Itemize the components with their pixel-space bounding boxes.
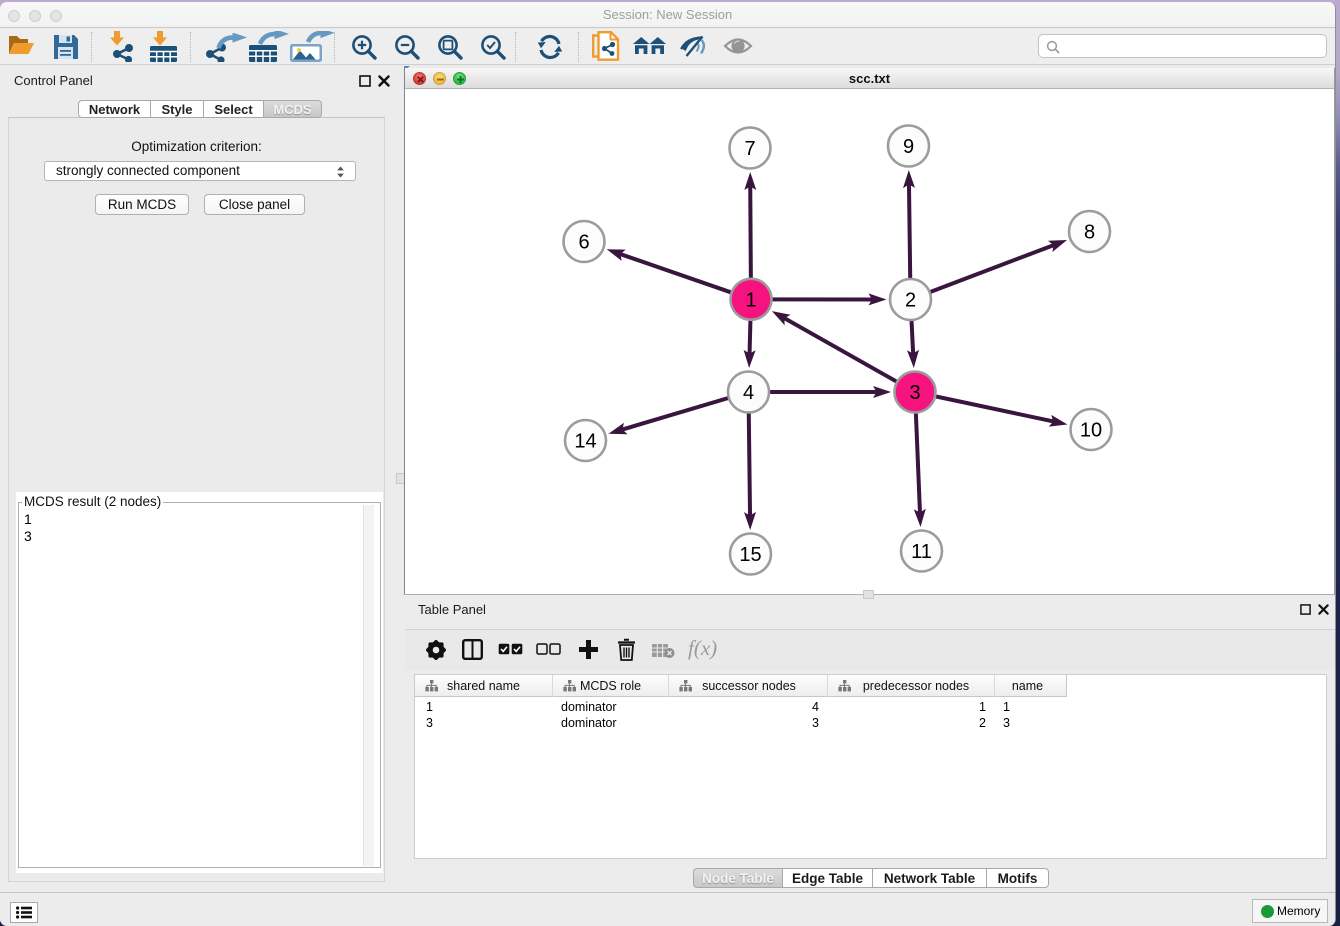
svg-text:15: 15 bbox=[739, 544, 761, 566]
svg-text:9: 9 bbox=[903, 136, 914, 158]
svg-text:6: 6 bbox=[578, 232, 589, 254]
svg-text:2: 2 bbox=[905, 290, 916, 312]
svg-text:7: 7 bbox=[744, 138, 755, 160]
svg-text:3: 3 bbox=[909, 382, 920, 404]
svg-text:14: 14 bbox=[574, 431, 596, 453]
svg-text:1: 1 bbox=[745, 290, 756, 312]
svg-text:4: 4 bbox=[743, 382, 754, 404]
svg-text:10: 10 bbox=[1080, 420, 1102, 442]
svg-text:8: 8 bbox=[1084, 222, 1095, 244]
svg-text:11: 11 bbox=[911, 541, 932, 563]
